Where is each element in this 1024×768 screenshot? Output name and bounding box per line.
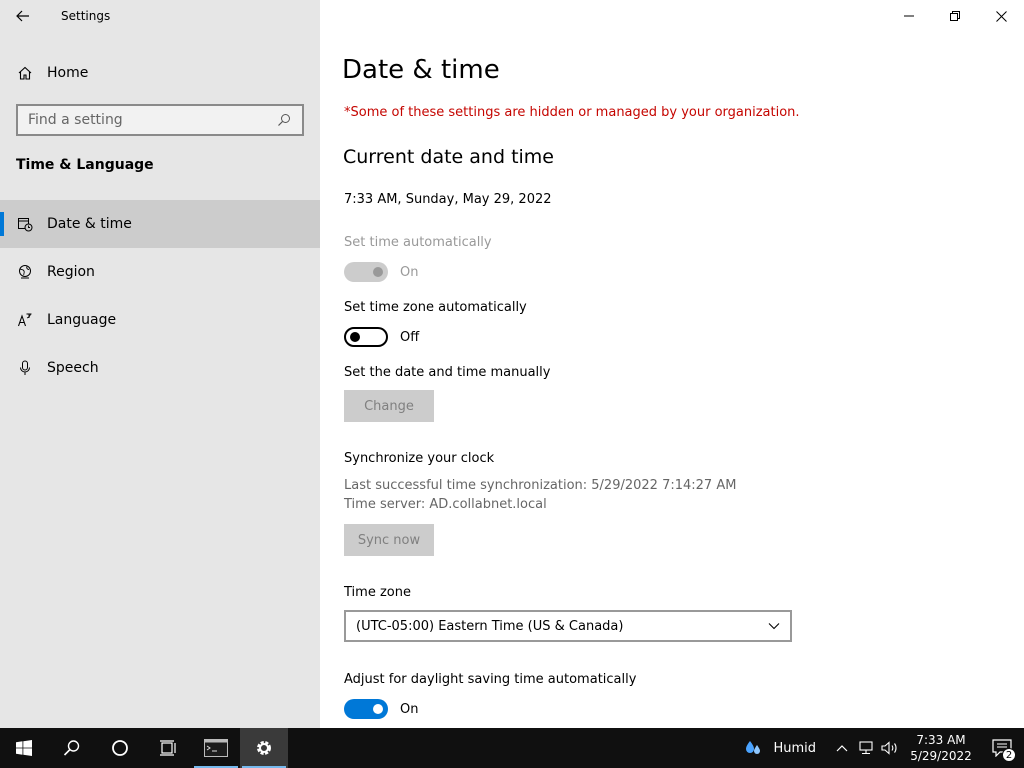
sidebar-item-speech[interactable]: Speech: [0, 344, 320, 392]
terminal-icon: [204, 739, 228, 757]
cortana-button[interactable]: [96, 728, 144, 768]
home-icon: [17, 65, 33, 81]
timezone-select[interactable]: (UTC-05:00) Eastern Time (US & Canada): [344, 610, 792, 642]
chevron-down-icon: [768, 623, 780, 630]
sidebar-item-label: Date & time: [47, 216, 132, 232]
search-icon[interactable]: [274, 110, 294, 130]
start-button[interactable]: [0, 728, 48, 768]
volume-icon[interactable]: [878, 728, 902, 768]
set-tz-auto-toggle[interactable]: [344, 327, 388, 347]
microphone-icon: [17, 360, 33, 376]
taskbar-terminal-app[interactable]: [192, 728, 240, 768]
clock-time: 7:33 AM: [916, 733, 966, 747]
org-managed-note: *Some of these settings are hidden or ma…: [344, 105, 800, 120]
sidebar-item-language[interactable]: Language: [0, 296, 320, 344]
timezone-label: Time zone: [344, 585, 411, 600]
clock-date: 5/29/2022: [910, 749, 972, 763]
back-button[interactable]: [0, 0, 46, 32]
app-title: Settings: [61, 9, 111, 23]
search-box[interactable]: [16, 104, 304, 136]
sidebar-item-label: Speech: [47, 360, 99, 376]
language-icon: [17, 312, 33, 328]
manual-time-label: Set the date and time manually: [344, 365, 551, 380]
sidebar-item-region[interactable]: Region: [0, 248, 320, 296]
current-date-heading: Current date and time: [343, 146, 554, 168]
close-button[interactable]: [978, 0, 1024, 32]
toggle-knob: [373, 704, 383, 714]
change-button[interactable]: Change: [344, 390, 434, 422]
close-icon: [995, 10, 1007, 22]
set-time-auto-label: Set time automatically: [344, 235, 492, 250]
main-content: Date & time *Some of these settings are …: [320, 0, 1024, 728]
taskbar: Humid 7:33 AM 5/29/2022 2: [0, 728, 1024, 768]
sidebar-item-label: Home: [47, 65, 89, 81]
sidebar-item-date-time[interactable]: Date & time: [0, 200, 320, 248]
sidebar-item-label: Language: [47, 312, 117, 328]
minimize-button[interactable]: [886, 0, 932, 32]
humidity-drops-icon: [746, 741, 761, 754]
taskbar-clock[interactable]: 7:33 AM 5/29/2022: [902, 732, 980, 764]
set-tz-auto-label: Set time zone automatically: [344, 300, 527, 315]
back-arrow-icon: [16, 10, 29, 22]
window-controls: [886, 0, 1024, 32]
chevron-up-icon[interactable]: [830, 728, 854, 768]
current-date-value: 7:33 AM, Sunday, May 29, 2022: [344, 192, 552, 207]
system-tray: Humid 7:33 AM 5/29/2022 2: [743, 728, 1024, 768]
sidebar-item-label: Region: [47, 264, 95, 280]
dst-label: Adjust for daylight saving time automati…: [344, 672, 637, 687]
taskbar-settings-app[interactable]: [240, 728, 288, 768]
globe-icon: [17, 264, 33, 280]
restore-button[interactable]: [932, 0, 978, 32]
toggle-knob: [350, 332, 360, 342]
windows-logo-icon: [16, 740, 32, 756]
section-title: Time & Language: [16, 157, 154, 173]
weather-widget[interactable]: Humid: [743, 738, 816, 758]
cortana-circle-icon: [112, 740, 128, 756]
timezone-value: (UTC-05:00) Eastern Time (US & Canada): [356, 618, 624, 634]
calendar-clock-icon: [17, 216, 33, 232]
search-input[interactable]: [18, 112, 274, 128]
sync-heading: Synchronize your clock: [344, 451, 495, 466]
toggle-knob: [373, 267, 383, 277]
weather-text: Humid: [773, 740, 816, 756]
minimize-icon: [904, 15, 914, 17]
task-view-icon: [160, 740, 176, 756]
title-bar: Settings: [0, 0, 320, 32]
time-server-text: Time server: AD.collabnet.local: [344, 497, 547, 512]
network-icon[interactable]: [854, 728, 878, 768]
sidebar-item-home[interactable]: Home: [0, 56, 320, 90]
last-sync-text: Last successful time synchronization: 5/…: [344, 478, 737, 493]
set-time-auto-toggle[interactable]: [344, 262, 388, 282]
sync-now-button[interactable]: Sync now: [344, 524, 434, 556]
dst-toggle[interactable]: [344, 699, 388, 719]
set-tz-auto-state: Off: [400, 330, 420, 345]
sidebar: Settings Home Time & Language Date & tim…: [0, 0, 320, 728]
restore-icon: [950, 11, 960, 21]
search-button[interactable]: [48, 728, 96, 768]
page-title: Date & time: [342, 55, 500, 85]
dst-state: On: [400, 702, 419, 717]
gear-icon: [257, 741, 271, 755]
search-icon: [63, 740, 80, 756]
task-view-button[interactable]: [144, 728, 192, 768]
notification-count-badge: 2: [1002, 748, 1016, 762]
set-time-auto-state: On: [400, 265, 419, 280]
action-center-button[interactable]: 2: [980, 728, 1024, 768]
